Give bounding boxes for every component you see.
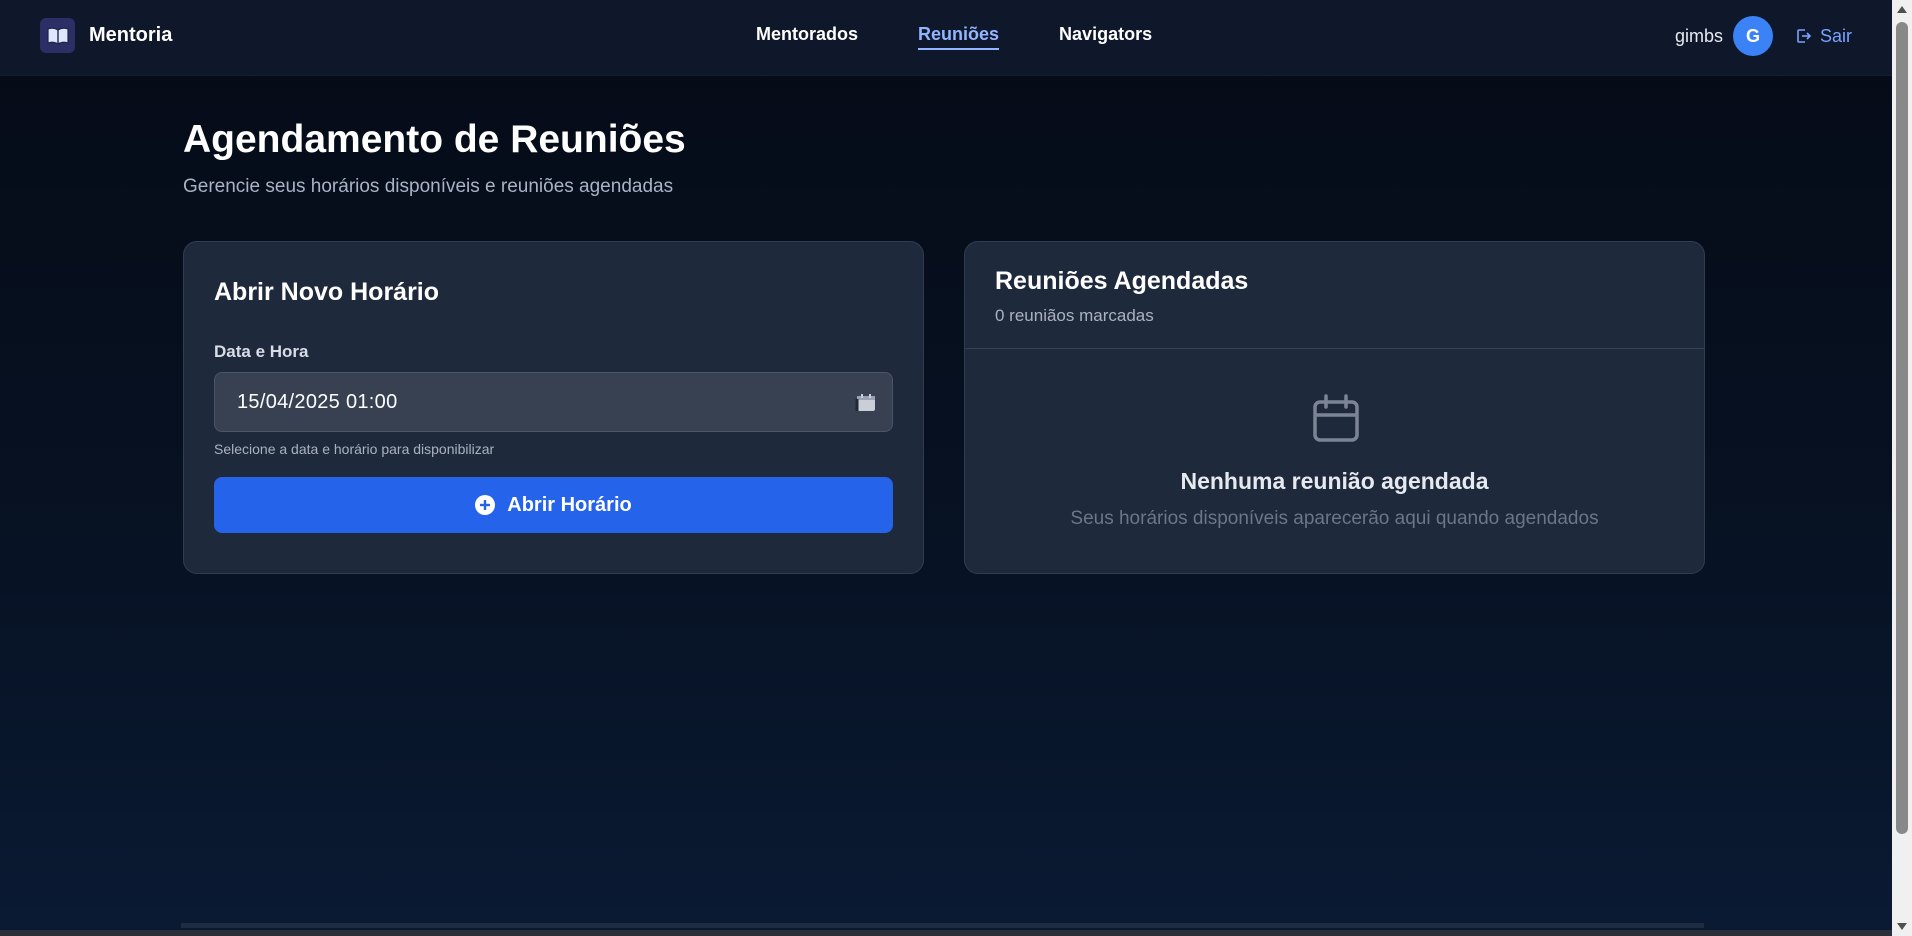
datetime-input[interactable]: 15/04/2025 01:00 — [214, 372, 893, 432]
username: gimbs — [1674, 25, 1723, 46]
nav-item-navigators[interactable]: Navigators — [1059, 24, 1152, 50]
footer-divider — [181, 923, 1704, 928]
logout-label: Sair — [1819, 25, 1852, 46]
top-navigation-bar: Mentoria Mentorados Reuniões Navigators … — [0, 0, 1892, 76]
brand[interactable]: Mentoria — [40, 18, 172, 53]
scrollbar-thumb[interactable] — [1896, 22, 1908, 834]
page-subtitle: Gerencie seus horários disponíveis e reu… — [183, 176, 674, 197]
new-slot-title: Abrir Novo Horário — [214, 278, 440, 306]
brand-name: Mentoria — [89, 24, 173, 46]
logout-icon — [1797, 29, 1812, 43]
divider — [965, 348, 1704, 349]
new-slot-card: Abrir Novo Horário Data e Hora 15/04/202… — [183, 241, 924, 574]
empty-state-description: Seus horários disponíveis aparecerão aqu… — [1070, 508, 1599, 529]
scroll-up-arrow-icon[interactable] — [1897, 6, 1907, 13]
page-title: Agendamento de Reuniões — [183, 118, 686, 161]
datetime-label: Data e Hora — [214, 342, 309, 361]
calendar-icon — [1313, 394, 1359, 442]
avatar-initial: G — [1745, 25, 1760, 46]
logout-button[interactable]: Sair — [1795, 26, 1852, 47]
scheduled-meetings-card: Reuniões Agendadas 0 reuniãos marcadas N… — [964, 241, 1705, 574]
empty-state-title: Nenhuma reunião agendada — [1180, 468, 1489, 494]
open-book-icon — [40, 18, 75, 53]
window-bottom-frame — [0, 930, 1892, 936]
scroll-down-arrow-icon[interactable] — [1897, 923, 1907, 930]
user-area: gimbs G Sair — [1675, 16, 1852, 56]
datetime-value: 15/04/2025 01:00 — [237, 390, 398, 413]
open-slot-button[interactable]: Abrir Horário — [214, 477, 893, 533]
calendar-icon[interactable] — [854, 391, 878, 415]
scheduled-meetings-title: Reuniões Agendadas — [995, 267, 1249, 295]
nav-item-reunioes[interactable]: Reuniões — [918, 24, 1000, 50]
main-nav: Mentorados Reuniões Navigators — [756, 24, 1152, 50]
plus-circle-icon — [475, 495, 496, 515]
meetings-count: 0 reuniãos marcadas — [995, 306, 1154, 325]
vertical-scrollbar[interactable] — [1892, 0, 1912, 936]
avatar[interactable]: G — [1732, 16, 1773, 56]
nav-item-mentorados[interactable]: Mentorados — [756, 24, 858, 50]
open-slot-button-label: Abrir Horário — [507, 493, 632, 516]
datetime-help-text: Selecione a data e horário para disponib… — [214, 441, 495, 457]
